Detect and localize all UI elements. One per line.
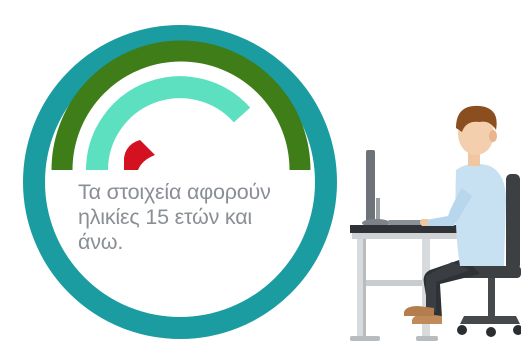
inner-gauge-arc: [86, 76, 251, 171]
person-torso: [455, 163, 506, 266]
gauge-needle: [124, 140, 155, 170]
caption-text: Τα στοιχεία αφορούν ηλικίες 15 ετών και …: [78, 180, 328, 255]
person-at-computer-icon: [350, 105, 521, 341]
monitor-icon: [366, 150, 375, 222]
chair-icon: [506, 174, 520, 270]
caption-line-2: ηλικίες 15 ετών και: [78, 205, 252, 229]
desk-icon: [350, 225, 460, 233]
caption-line-1: Τα στοιχεία αφορούν: [78, 180, 271, 204]
caption-line-3: άνω.: [78, 230, 124, 254]
